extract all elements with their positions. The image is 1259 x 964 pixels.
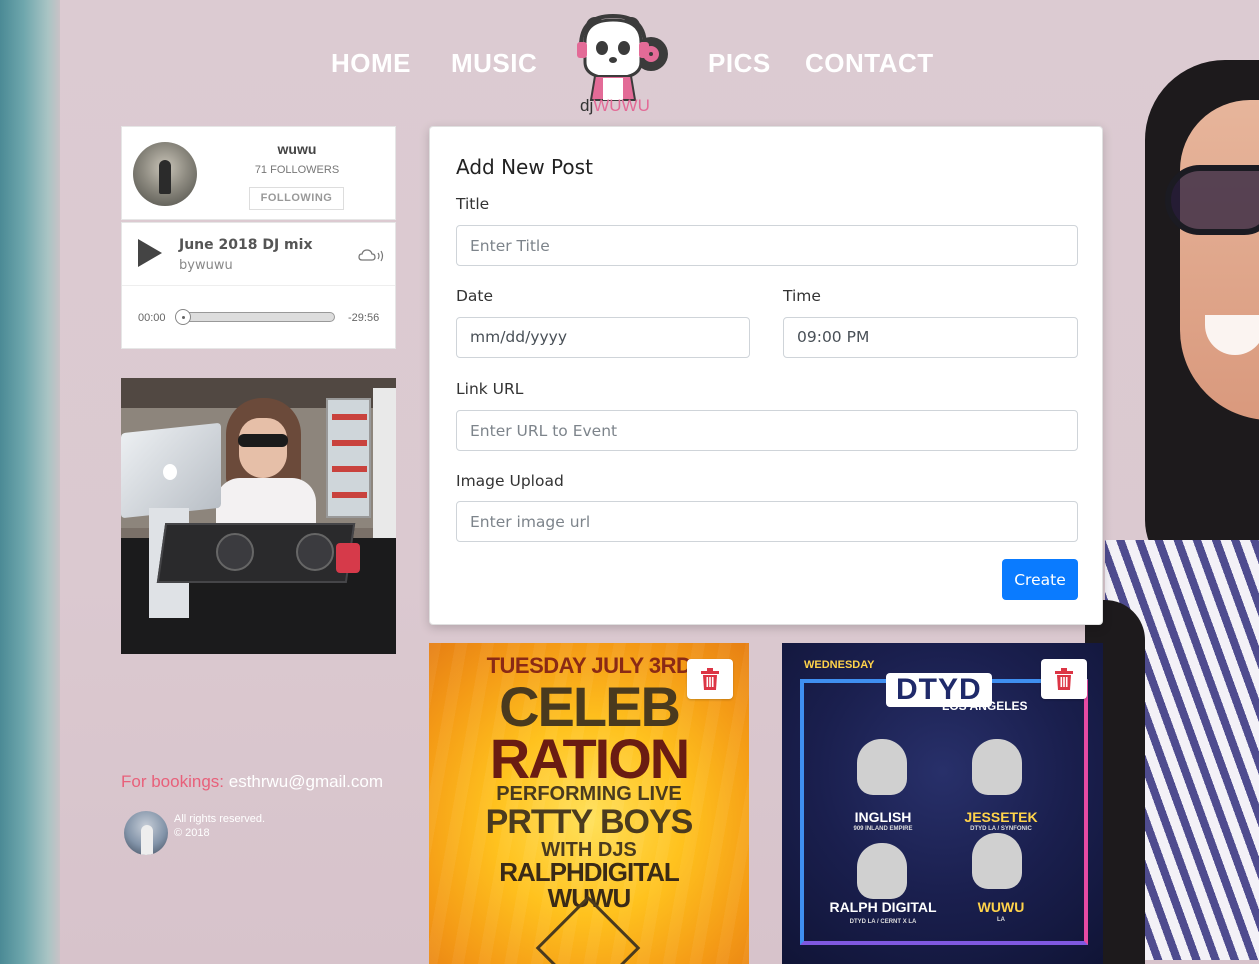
date-input[interactable]: mm/dd/yyyy <box>456 317 750 358</box>
photo-jog-wheel <box>216 533 254 571</box>
poster2-artist-name: WUWU <box>977 899 1025 915</box>
photo-door <box>373 388 396 548</box>
background-left-strip <box>0 0 60 964</box>
track-artist[interactable]: bywuwu <box>179 258 233 273</box>
poster2-city: LOS ANGELES <box>942 699 1028 713</box>
poster1-headliner: PRTTY BOYS <box>485 803 694 841</box>
poster2-artist-name: INGLISH <box>854 809 912 825</box>
logo-text-prefix: dj <box>580 96 594 115</box>
poster2-day: WEDNESDAY <box>804 659 875 671</box>
poster2-artist-sub: DTYD LA / SYNFONIC <box>970 826 1032 832</box>
image-upload-label: Image Upload <box>456 472 564 490</box>
background-sunglasses <box>1165 165 1259 235</box>
photo-fridge-shelf <box>332 440 367 446</box>
poster2-artist-name: RALPH DIGITAL <box>829 899 937 915</box>
nav-music-link[interactable]: MUSIC <box>451 48 537 79</box>
dj-photo <box>121 378 396 654</box>
poster2-artist-name: JESSETEK <box>964 809 1038 825</box>
link-url-label: Link URL <box>456 380 524 398</box>
panda-dj-logo-icon <box>577 13 668 101</box>
progress-bar[interactable] <box>177 312 335 322</box>
bookings-label: For bookings: <box>121 772 224 791</box>
delete-post-button[interactable] <box>687 659 733 699</box>
nav-pics-link[interactable]: PICS <box>708 48 771 79</box>
bookings-email-link[interactable]: esthrwu@gmail.com <box>229 772 383 791</box>
avatar-figure <box>159 160 171 194</box>
logo-text-accent: WUWU <box>593 96 650 115</box>
poster2-artist-sub: DTYD LA / CERNT X LA <box>849 919 917 925</box>
photo-fridge-shelf <box>332 492 367 498</box>
soundcloud-player: June 2018 DJ mix bywuwu 00:00 -29:56 <box>121 222 396 349</box>
photo-dj-sunglasses <box>238 434 288 447</box>
time-remaining: -29:56 <box>348 312 380 324</box>
background-face <box>1180 100 1259 420</box>
following-button[interactable]: FOLLOWING <box>249 187 344 210</box>
photo-red-cup <box>336 543 360 573</box>
poster2-artist-photo <box>972 833 1022 889</box>
title-input[interactable] <box>456 225 1078 266</box>
add-post-form: Add New Post Title Date mm/dd/yyyy Time … <box>429 126 1103 625</box>
background-portrait <box>1085 40 1259 964</box>
photo-jog-wheel <box>296 533 334 571</box>
poster1-title-line2: RATION <box>489 727 691 790</box>
time-current: 00:00 <box>138 312 166 324</box>
poster2-artist-photo <box>857 739 907 795</box>
time-label: Time <box>783 287 821 305</box>
track-title[interactable]: June 2018 DJ mix <box>179 237 312 253</box>
soundcloud-icon[interactable] <box>358 247 384 263</box>
photo-fridge-shelf <box>332 414 367 420</box>
photo-laptop-logo <box>163 464 177 480</box>
form-title: Add New Post <box>456 155 593 179</box>
poster2-artist-photo <box>972 739 1022 795</box>
bookings-line: For bookings: esthrwu@gmail.com <box>121 772 383 792</box>
trash-icon <box>1055 668 1073 690</box>
poster2-artist-sub: 909 INLAND EMPIRE <box>853 826 913 832</box>
nav-home-link[interactable]: HOME <box>331 48 411 79</box>
nav-contact-link[interactable]: CONTACT <box>805 48 934 79</box>
link-url-input[interactable] <box>456 410 1078 451</box>
time-input[interactable]: 09:00 PM <box>783 317 1078 358</box>
footer-rights-text: All rights reserved. <box>174 813 266 825</box>
profile-avatar[interactable] <box>133 142 197 206</box>
date-label: Date <box>456 287 494 305</box>
photo-fridge-shelf <box>332 466 367 472</box>
footer-avatar <box>124 811 168 855</box>
photo-dj-face <box>239 418 287 478</box>
soundcloud-profile-card: wuwu 71 FOLLOWERS FOLLOWING <box>121 126 396 220</box>
profile-followers-count: 71 FOLLOWERS <box>254 164 340 176</box>
create-button[interactable]: Create <box>1002 559 1078 600</box>
trash-icon <box>701 668 719 690</box>
play-icon[interactable] <box>138 239 162 267</box>
site-logo-text: djWUWU <box>580 96 650 116</box>
photo-fridge <box>326 398 371 518</box>
title-label: Title <box>456 195 490 213</box>
poster2-artist-sub: LA <box>997 917 1005 923</box>
poster2-artist-photo <box>857 843 907 899</box>
footer-year: © 2018 <box>174 827 210 839</box>
profile-name[interactable]: wuwu <box>222 141 372 157</box>
footer-rights: All rights reserved. © 2018 <box>174 812 265 840</box>
image-url-input[interactable] <box>456 501 1078 542</box>
footer-avatar-figure <box>141 825 153 855</box>
progress-knob[interactable] <box>175 309 191 325</box>
player-divider <box>122 285 395 286</box>
delete-post-button[interactable] <box>1041 659 1087 699</box>
